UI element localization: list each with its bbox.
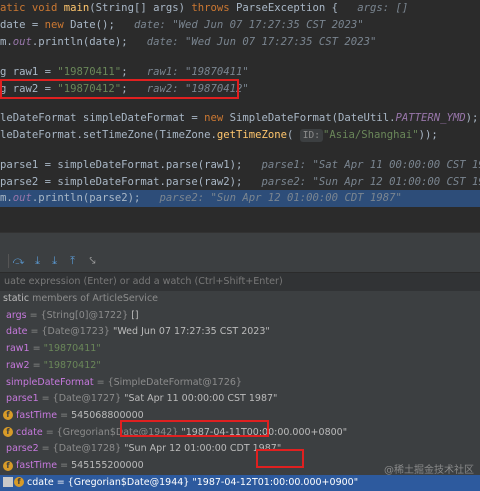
code-editor[interactable]: atic void main(String[] args) throws Par…: [0, 0, 480, 210]
step-out-icon[interactable]: ⤒: [66, 254, 79, 267]
variable-row-date[interactable]: date = {Date@1723} "Wed Jun 07 17:27:35 …: [0, 324, 480, 341]
code-line-parse2: parse2 = simpleDateFormat.parse(raw2); p…: [0, 176, 480, 188]
variables-panel: static members of ArticleService args = …: [0, 291, 480, 491]
variable-row-static[interactable]: static members of ArticleService: [0, 291, 480, 308]
highlight-box-parse2-value: [120, 420, 269, 437]
variable-row-simpledateformat[interactable]: simpleDateFormat = {SimpleDateFormat@172…: [0, 375, 480, 392]
step-into-icon[interactable]: ⤓: [31, 254, 44, 267]
code-line-parse1: parse1 = simpleDateFormat.parse(raw1); p…: [0, 159, 480, 171]
code-line-println-parse2-current: m.out.println(parse2); parse2: "Sun Apr …: [0, 190, 480, 207]
run-to-cursor-icon[interactable]: ⤥: [86, 254, 99, 267]
variable-row-args[interactable]: args = {String[0]@1722} []: [0, 308, 480, 325]
debug-panel-header: [0, 232, 480, 251]
variable-row-raw1[interactable]: raw1 = "19870411": [0, 341, 480, 358]
code-line-simpledateformat: leDateFormat simpleDateFormat = new Simp…: [0, 112, 479, 124]
code-line-settimezone: leDateFormat.setTimeZone(TimeZone.getTim…: [0, 129, 438, 142]
field-icon: f: [14, 477, 25, 488]
variable-row-raw2[interactable]: raw2 = "19870412": [0, 358, 480, 375]
field-icon: f: [3, 460, 14, 471]
debug-toolbar: | ⤼ ⤓ ⤓ ⤒ ⤥: [0, 250, 480, 273]
field-icon: f: [3, 410, 14, 421]
highlight-box-raw2: [0, 79, 239, 99]
variable-row-parse2[interactable]: parse2 = {Date@1728} "Sun Apr 12 01:00:0…: [0, 441, 480, 458]
editor-bottom-gap: [0, 210, 480, 232]
code-line-println-date: m.out.println(date); date: "Wed Jun 07 1…: [0, 36, 377, 48]
toolbar-separator: [8, 254, 9, 268]
force-step-into-icon[interactable]: ⤓: [48, 254, 61, 267]
param-hint-id: ID:: [299, 129, 323, 142]
step-over-icon[interactable]: ⤼: [12, 254, 25, 267]
evaluate-expression-input[interactable]: uate expression (Enter) or add a watch (…: [0, 273, 480, 291]
expand-box-icon: [3, 477, 14, 488]
variable-row-parse1[interactable]: parse1 = {Date@1727} "Sat Apr 11 00:00:0…: [0, 391, 480, 408]
variable-row-parse2-cdate-selected[interactable]: f cdate = {Gregorian$Date@1944} "1987-04-…: [0, 474, 480, 491]
watermark: @稀土掘金技术社区: [384, 465, 474, 476]
code-line-date: date = new Date(); date: "Wed Jun 07 17:…: [0, 19, 364, 31]
field-icon: f: [3, 427, 14, 438]
highlight-box-timezone-offset: [256, 449, 304, 468]
code-line-main: atic void main(String[] args) throws Par…: [0, 2, 409, 14]
